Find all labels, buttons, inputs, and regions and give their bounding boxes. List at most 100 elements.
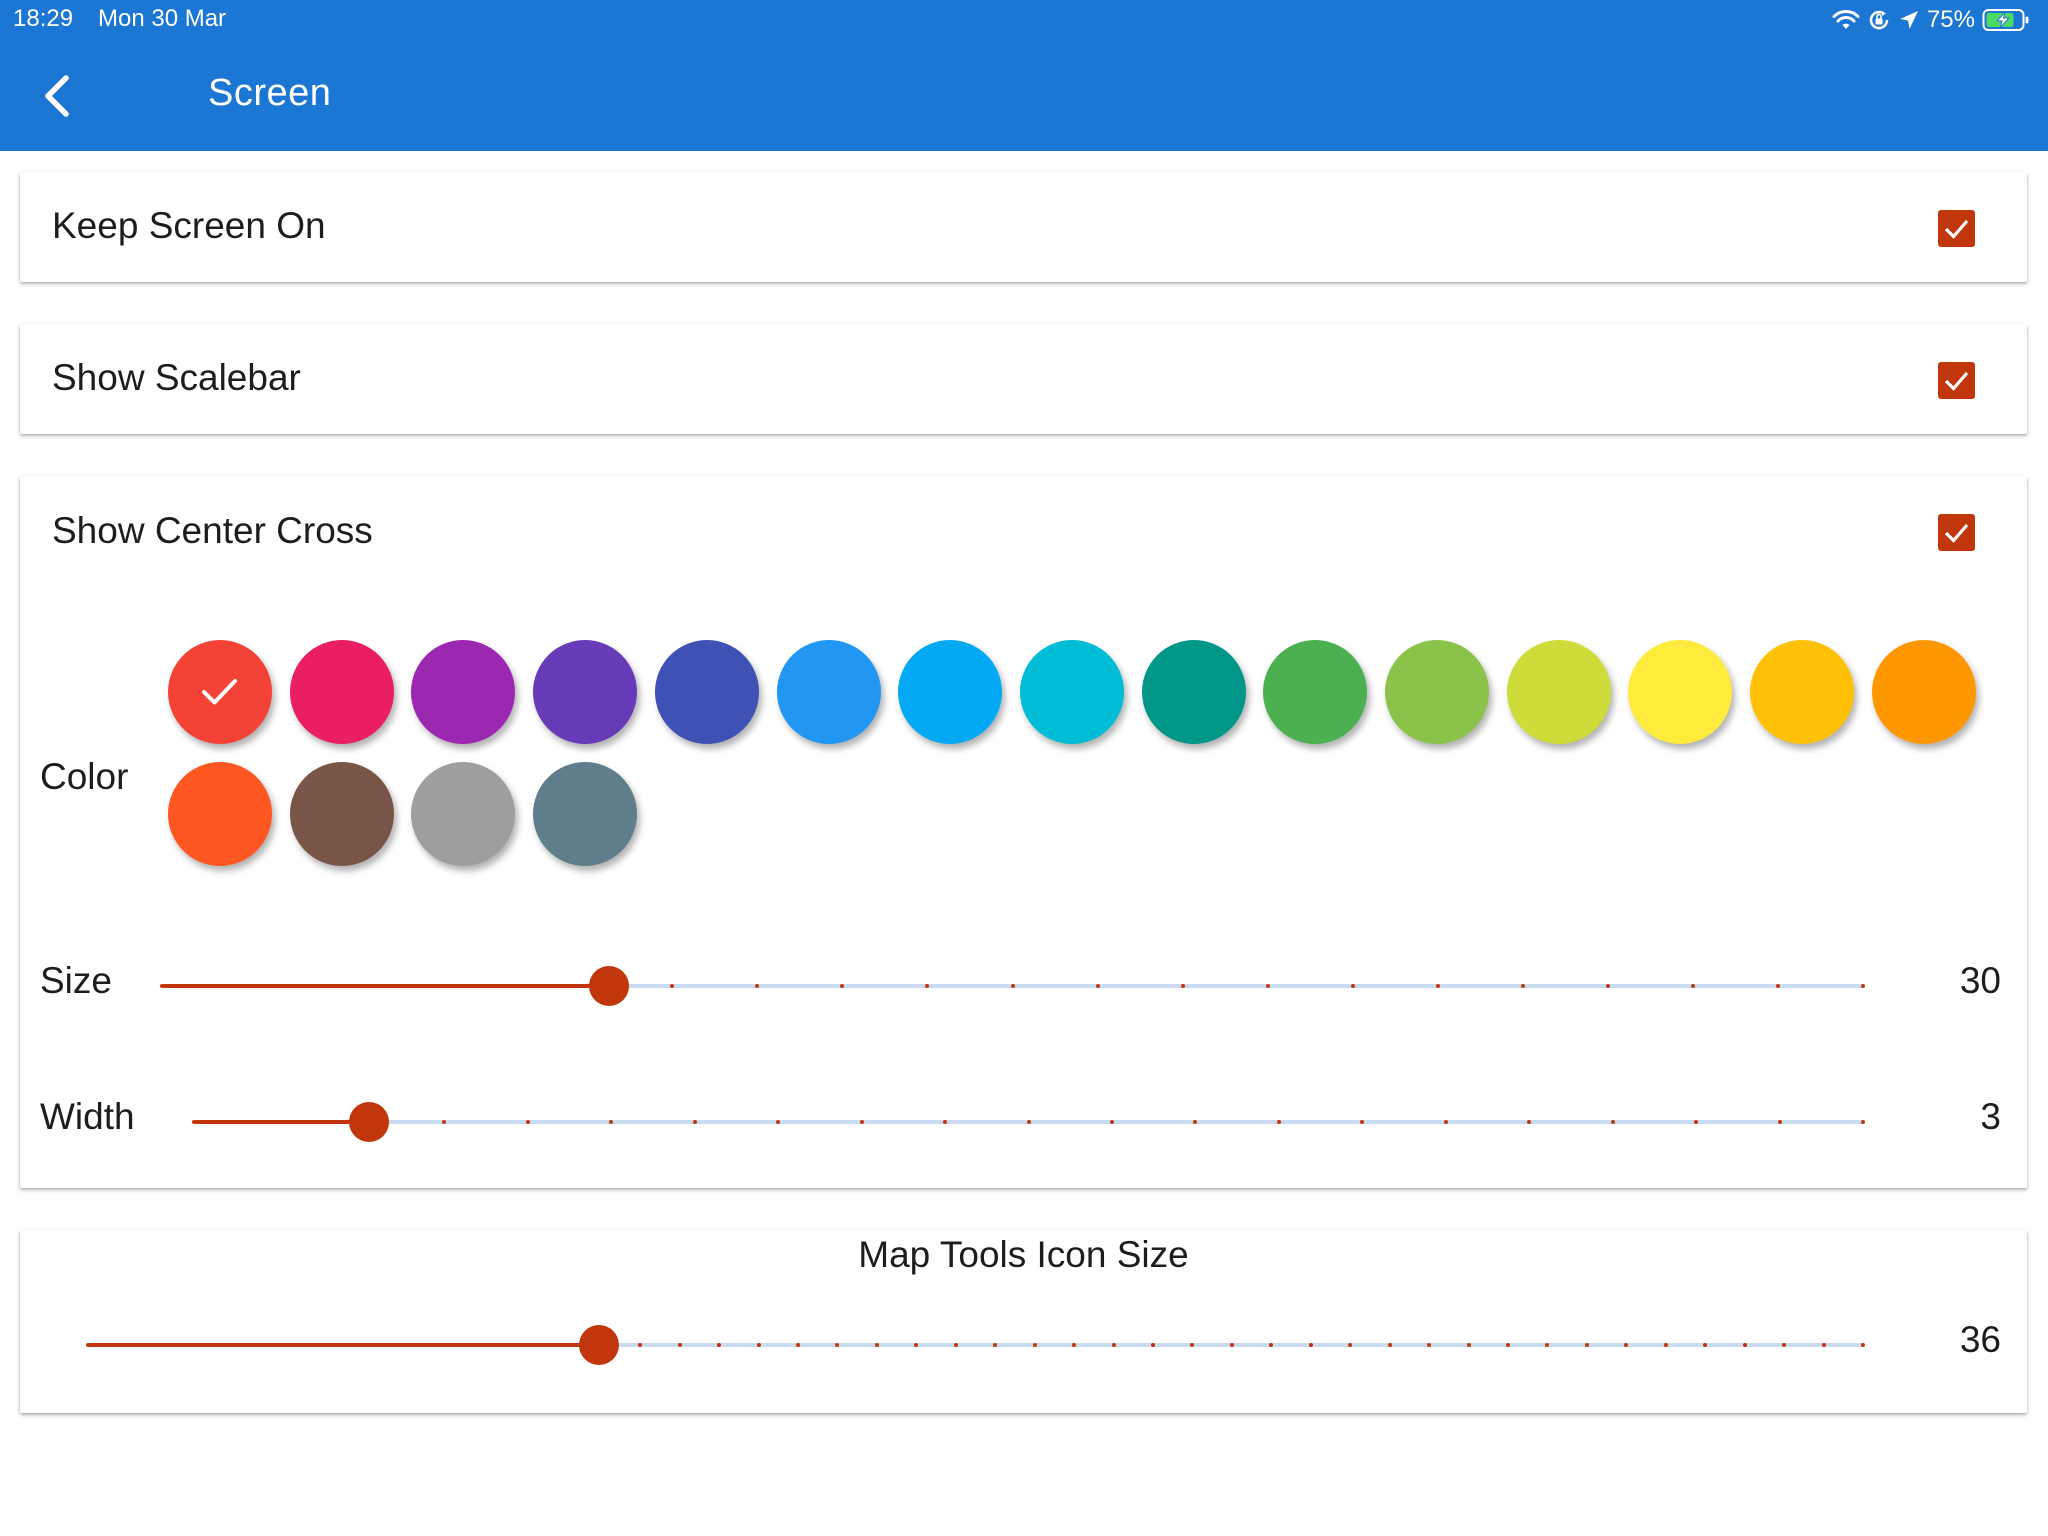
status-icons: 75% [1832,4,2030,36]
width-value: 3 [1980,1096,2001,1137]
check-icon [1944,371,1969,391]
show-center-cross-checkbox[interactable] [1938,514,1975,551]
size-slider[interactable] [160,966,1865,1006]
keep-screen-on-label: Keep Screen On [52,205,326,246]
color-swatch[interactable] [289,640,394,744]
slider-tick [692,1120,697,1124]
slider-tick [1308,1343,1313,1347]
status-date: Mon 30 Mar [98,5,227,32]
width-label: Width [40,1096,135,1137]
slider-tick [953,1343,958,1347]
slider-tick [1861,1343,1865,1347]
slider-tick [164,1343,169,1347]
slider-tick [1610,1120,1615,1124]
color-swatch[interactable] [1019,640,1124,744]
map-tools-icon-size-label: Map Tools Icon Size [858,1234,1189,1275]
slider-tick [1265,984,1270,988]
color-swatch[interactable] [168,640,272,744]
slider-tick [796,1343,800,1347]
keep-screen-on-row[interactable]: Keep Screen On [20,172,2027,282]
color-swatch[interactable] [1263,640,1368,744]
slider-tick [1032,1343,1037,1347]
check-icon [1944,523,1969,543]
slider-tick [1180,984,1185,988]
color-swatch[interactable] [411,640,516,744]
slider-tick [1443,1120,1448,1124]
color-swatch[interactable] [533,640,638,744]
color-swatch[interactable] [168,762,272,866]
slider-tick [322,1343,327,1347]
color-label: Color [40,756,129,797]
slider-tick [1861,1120,1865,1124]
color-swatch[interactable] [289,762,394,866]
color-swatch[interactable] [1750,640,1855,744]
battery-charging-icon [1982,9,2029,31]
slider-tick [1775,984,1780,988]
slider-tick [441,1343,445,1347]
map-tools-icon-size-slider[interactable] [86,1325,1865,1365]
slider-tick [1151,1343,1155,1347]
map-tools-icon-size-card: Map Tools Icon Size 36 [20,1230,2027,1413]
color-swatch[interactable] [776,640,881,744]
battery-percent: 75% [1926,6,1975,33]
slider-tick [1109,1120,1114,1124]
size-label: Size [40,960,112,1001]
status-time: 18:29 [13,5,74,32]
slider-tick [1690,984,1695,988]
size-value: 30 [1959,960,2001,1001]
slider-fill [194,1120,370,1124]
slider-tick [1350,984,1355,988]
slider-tick [1584,1343,1589,1347]
slider-tick [401,1343,406,1347]
slider-tick [1095,984,1100,988]
slider-tick [1777,1120,1782,1124]
show-scalebar-label: Show Scalebar [52,357,301,398]
slider-thumb[interactable] [589,966,630,1006]
slider-tick [874,1343,879,1347]
slider-thumb[interactable] [579,1325,620,1365]
slider-tick [1821,1343,1826,1347]
slider-tick [1506,1343,1510,1347]
map-tools-icon-size-value: 36 [1959,1319,2001,1360]
slider-tick [160,984,164,988]
width-slider[interactable] [192,1102,1865,1142]
slider-tick [1229,1343,1234,1347]
slider-tick [1026,1120,1031,1124]
slider-tick [1435,984,1440,988]
page-title: Screen [208,72,332,114]
color-swatch[interactable] [1871,640,1976,744]
color-swatch[interactable] [1506,640,1611,744]
slider-tick [86,1343,90,1347]
color-swatch[interactable] [1141,640,1246,744]
wifi-icon [1832,10,1860,29]
show-center-cross-label: Show Center Cross [52,510,373,551]
color-swatch[interactable] [898,640,1003,744]
orientation-lock-icon [1869,10,1889,30]
check-icon [202,679,237,705]
slider-thumb[interactable] [349,1102,390,1142]
slider-tick [1520,984,1525,988]
slider-tick [525,1120,530,1124]
slider-tick [192,1120,196,1124]
slider-tick [859,1120,864,1124]
slider-tick [677,1343,682,1347]
slider-tick [1387,1343,1392,1347]
location-arrow-icon [1899,11,1918,29]
slider-tick [1663,1343,1668,1347]
keep-screen-on-checkbox[interactable] [1938,210,1975,247]
color-swatch[interactable] [1385,640,1489,744]
slider-tick [1010,984,1015,988]
chevron-left-icon [45,75,69,117]
show-scalebar-checkbox[interactable] [1938,362,1975,399]
color-swatch[interactable] [1628,640,1733,744]
slider-tick [1466,1343,1471,1347]
color-swatch[interactable] [533,762,638,866]
slider-fill [162,984,610,988]
slider-tick [1605,984,1610,988]
slider-tick [1111,1343,1116,1347]
show-scalebar-row[interactable]: Show Scalebar [20,324,2027,434]
back-button[interactable] [38,72,78,120]
check-icon [1944,219,1969,239]
color-swatch[interactable] [411,762,516,866]
color-swatch[interactable] [654,640,759,744]
